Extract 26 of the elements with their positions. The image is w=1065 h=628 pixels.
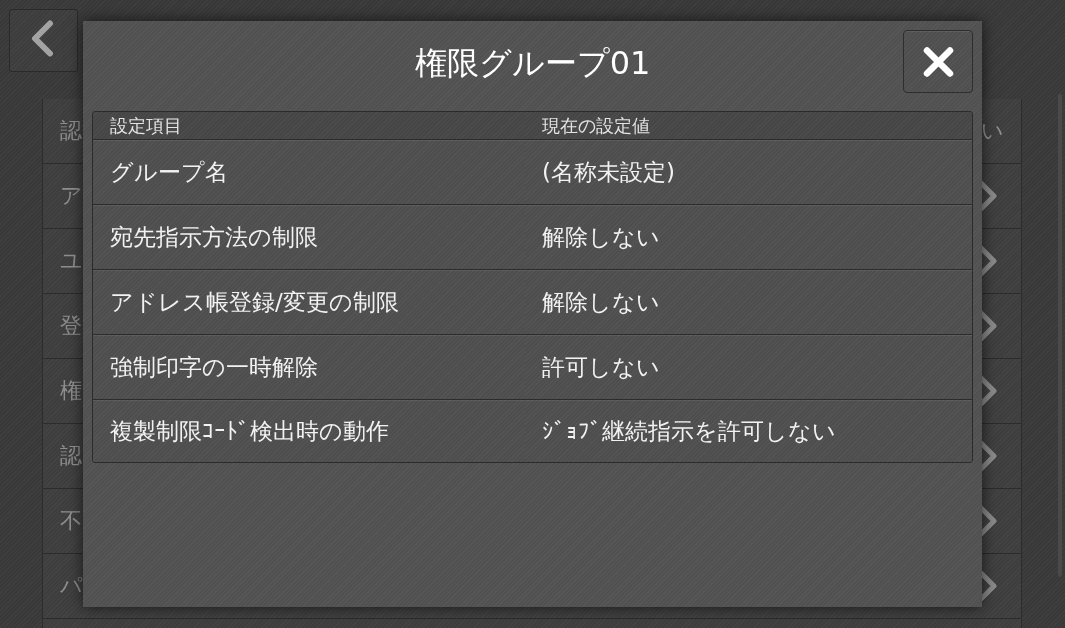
setting-value: 解除しない — [542, 225, 660, 249]
list-item-label[interactable]: 不 — [60, 510, 82, 532]
back-button[interactable] — [9, 9, 78, 72]
setting-value: ｼﾞｮﾌﾞ継続指示を許可しない — [542, 419, 836, 443]
setting-value: 解除しない — [542, 290, 660, 314]
list-item-label[interactable]: 認 — [60, 445, 82, 467]
dialog-title: 権限グループ01 — [414, 43, 651, 84]
list-item-label[interactable]: ユ — [60, 250, 83, 272]
chevron-left-icon — [30, 20, 54, 57]
list-item-label[interactable]: ア — [60, 185, 83, 207]
setting-name: 宛先指示方法の制限 — [110, 225, 318, 249]
close-button[interactable] — [903, 30, 973, 93]
setting-name: 強制印字の一時解除 — [110, 355, 318, 379]
list-item-label[interactable]: 権 — [60, 380, 82, 402]
setting-name: 複製制限ｺｰﾄﾞ検出時の動作 — [110, 419, 389, 443]
setting-name: グループ名 — [110, 160, 228, 184]
list-item-label[interactable]: パ — [60, 575, 83, 597]
setting-name: アドレス帳登録/変更の制限 — [110, 290, 399, 314]
setting-value: 許可しない — [542, 355, 660, 379]
column-header: 現在の設定値 — [542, 116, 650, 135]
list-item-value: い — [981, 120, 1004, 142]
column-header: 設定項目 — [110, 116, 182, 135]
setting-value: (名称未設定) — [542, 160, 675, 184]
list-item-label[interactable]: 登 — [60, 315, 82, 337]
list-item-label[interactable]: 認 — [60, 120, 82, 142]
close-icon — [922, 46, 954, 77]
